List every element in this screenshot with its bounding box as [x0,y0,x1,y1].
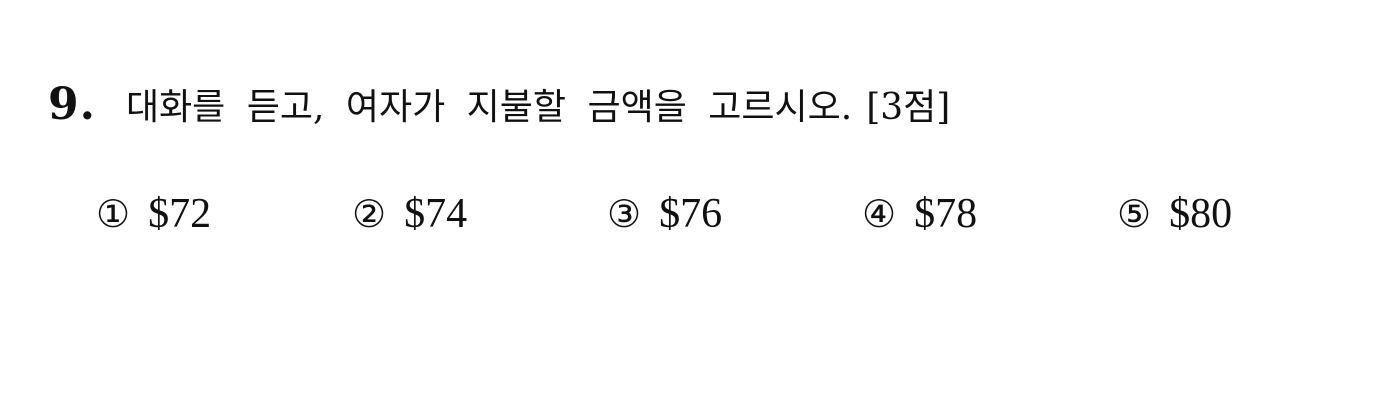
choice-value: $76 [659,191,723,237]
choice-2[interactable]: ② $74 [352,190,467,238]
choice-marker: ⑤ [1117,192,1152,236]
question-number: 9. [48,79,96,130]
choice-value: $78 [914,191,978,237]
choice-marker: ③ [607,192,642,236]
choice-1[interactable]: ① $72 [96,190,211,238]
choice-marker: ① [96,192,131,236]
answer-choices: ① $72 ② $74 ③ $76 ④ $78 ⑤ $80 [0,190,1400,250]
choice-3[interactable]: ③ $76 [607,190,722,238]
choice-value: $72 [148,191,212,237]
choice-5[interactable]: ⑤ $80 [1117,190,1232,238]
question-header: 9. 대화를 듣고, 여자가 지불할 금액을 고르시오. [3점] [48,78,950,130]
choice-value: $74 [404,191,468,237]
question-text: 대화를 듣고, 여자가 지불할 금액을 고르시오. [125,87,853,128]
choice-marker: ② [352,192,387,236]
choice-4[interactable]: ④ $78 [862,190,977,238]
question-points: [3점] [866,87,951,128]
choice-marker: ④ [862,192,897,236]
choice-value: $80 [1169,191,1233,237]
